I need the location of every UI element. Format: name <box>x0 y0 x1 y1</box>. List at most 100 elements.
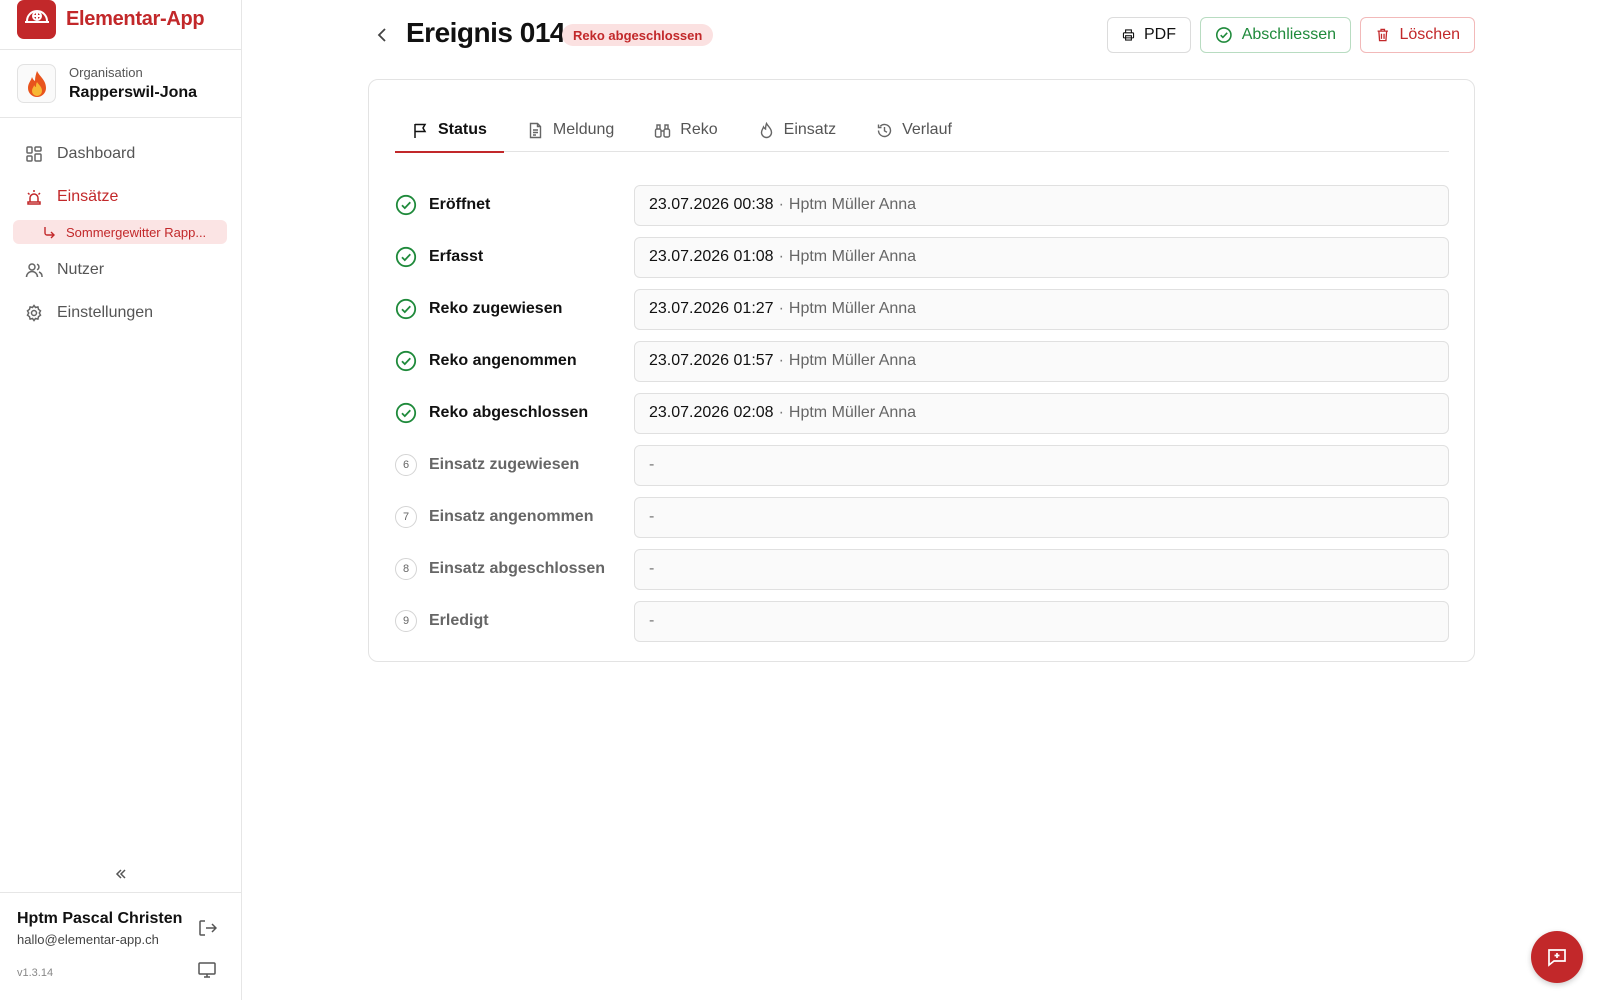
step-number-badge: 6 <box>395 454 417 476</box>
app-name: Elementar-App <box>66 8 205 30</box>
status-user: Hptm Müller Anna <box>788 300 917 317</box>
organization-label: Organisation <box>69 65 143 80</box>
status-row: 6 Einsatz zugewiesen - <box>395 439 1449 491</box>
chevron-left-icon <box>377 28 386 42</box>
feedback-button[interactable] <box>1531 931 1583 983</box>
status-label: Einsatz zugewiesen <box>429 456 580 473</box>
chevrons-left-icon <box>115 869 126 879</box>
step-number-badge: 9 <box>395 610 417 632</box>
status-label: Erledigt <box>429 612 489 629</box>
status-row: Reko abgeschlossen 23.07.2026 02:08 · Hptm… <box>395 387 1449 439</box>
abschliessen-button[interactable]: Abschliessen <box>1200 17 1351 53</box>
tab-label: Reko <box>680 121 718 138</box>
gear-icon <box>26 303 42 322</box>
check-circle-icon <box>395 194 417 216</box>
logout-icon <box>199 920 218 936</box>
pdf-button-label: PDF <box>1144 26 1176 43</box>
pdf-button[interactable]: PDF <box>1107 17 1191 53</box>
status-date: 23.07.2026 01:57 <box>649 352 774 369</box>
display-mode-button[interactable] <box>197 960 219 982</box>
status-value-field: 23.07.2026 02:08 · Hptm Müller Anna <box>634 392 1449 434</box>
flag-icon <box>414 123 427 138</box>
status-row: Reko zugewiesen 23.07.2026 01:27 · Hptm Mü… <box>395 283 1449 335</box>
tab-meldung[interactable]: Meldung <box>510 108 631 152</box>
status-value-field: 23.07.2026 00:38 · Hptm Müller Anna <box>634 184 1449 226</box>
status-value-field: - <box>634 444 1449 486</box>
brand[interactable]: Elementar-App <box>0 0 241 50</box>
message-plus-icon <box>1548 949 1566 967</box>
status-label: Eröffnet <box>429 196 491 213</box>
trash-icon <box>1377 28 1388 42</box>
user-profile: Hptm Pascal Christen hallo@elementar-app… <box>0 892 241 1000</box>
status-row: Eröffnet 23.07.2026 00:38 · Hptm Müller An… <box>395 179 1449 231</box>
collapse-sidebar-button[interactable] <box>110 864 132 884</box>
check-circle-icon <box>395 350 417 372</box>
status-label: Reko abgeschlossen <box>429 404 589 421</box>
tab-verlauf[interactable]: Verlauf <box>859 108 969 152</box>
status-user: Hptm Müller Anna <box>788 404 917 421</box>
status-label: Erfasst <box>429 248 484 265</box>
delete-button[interactable]: Löschen <box>1360 17 1475 53</box>
status-user: Hptm Müller Anna <box>788 248 917 265</box>
abschliessen-button-label: Abschliessen <box>1241 26 1336 43</box>
status-row: 8 Einsatz abgeschlossen - <box>395 543 1449 595</box>
status-list: Eröffnet 23.07.2026 00:38 · Hptm Müller An… <box>395 179 1449 647</box>
status-value-field: 23.07.2026 01:08 · Hptm Müller Anna <box>634 236 1449 278</box>
check-circle-icon <box>395 402 417 424</box>
sidebar: Elementar-App Organisation Rapperswil-Jo… <box>0 0 242 1000</box>
sidebar-subitem-label: Sommergewitter Rapp... <box>66 224 207 240</box>
sidebar-item-label: Nutzer <box>57 260 105 278</box>
status-value-field: - <box>634 600 1449 642</box>
separator: · <box>778 248 784 265</box>
flame-icon <box>760 121 772 138</box>
tab-label: Einsatz <box>783 121 837 138</box>
dashboard-icon <box>26 145 42 162</box>
organization-logo-icon <box>17 64 56 103</box>
status-user: Hptm Müller Anna <box>788 196 917 213</box>
status-empty-value: - <box>649 612 655 629</box>
monitor-icon <box>198 962 216 978</box>
sidebar-item-nutzer[interactable]: Nutzer <box>0 248 241 291</box>
sidebar-item-dashboard[interactable]: Dashboard <box>0 132 241 175</box>
status-label: Reko zugewiesen <box>429 300 563 317</box>
status-badge: Reko abgeschlossen <box>562 24 714 46</box>
sidebar-item-einstellungen[interactable]: Einstellungen <box>0 291 241 334</box>
sidebar-subitem-event[interactable]: Sommergewitter Rapp... <box>13 220 227 244</box>
status-label: Einsatz angenommen <box>429 508 594 525</box>
sidebar-item-einsaetze[interactable]: Einsätze <box>0 175 241 218</box>
status-value-field: - <box>634 548 1449 590</box>
tab-reko[interactable]: Reko <box>637 108 734 152</box>
organization-name: Rapperswil-Jona <box>69 84 198 101</box>
tab-einsatz[interactable]: Einsatz <box>741 108 853 152</box>
corner-arrow-icon <box>44 226 55 238</box>
status-label: Reko angenommen <box>429 352 577 369</box>
status-label: Einsatz abgeschlossen <box>429 560 606 577</box>
status-value-field: - <box>634 496 1449 538</box>
history-icon <box>877 123 892 137</box>
logout-button[interactable] <box>197 918 219 940</box>
status-row: Erfasst 23.07.2026 01:08 · Hptm Müller Ann… <box>395 231 1449 283</box>
page-title: Ereignis 014 <box>406 17 565 48</box>
tab-status[interactable]: Status <box>395 108 504 153</box>
printer-icon <box>1122 29 1135 41</box>
tab-bar: Status Meldung Reko Einsatz Verlauf <box>395 108 1449 153</box>
separator: · <box>778 300 784 317</box>
step-number-badge: 7 <box>395 506 417 528</box>
check-circle-icon <box>1215 27 1232 43</box>
back-button[interactable] <box>372 24 394 46</box>
app-version: v1.3.14 <box>17 967 54 979</box>
sidebar-nav: Dashboard Einsätze Sommergewitter Rapp..… <box>0 118 241 334</box>
status-date: 23.07.2026 02:08 <box>649 404 774 421</box>
app-logo-icon <box>17 0 56 39</box>
organization-switcher[interactable]: Organisation Rapperswil-Jona <box>0 50 241 118</box>
binoculars-icon <box>655 123 671 138</box>
status-value-field: 23.07.2026 01:27 · Hptm Müller Anna <box>634 288 1449 330</box>
sidebar-item-label: Einstellungen <box>57 303 154 321</box>
check-circle-icon <box>395 246 417 268</box>
separator: · <box>778 352 784 369</box>
status-date: 23.07.2026 01:08 <box>649 248 774 265</box>
step-number: 9 <box>395 610 417 632</box>
separator: · <box>778 196 784 213</box>
delete-button-label: Löschen <box>1399 26 1461 43</box>
status-row: 7 Einsatz angenommen - <box>395 491 1449 543</box>
